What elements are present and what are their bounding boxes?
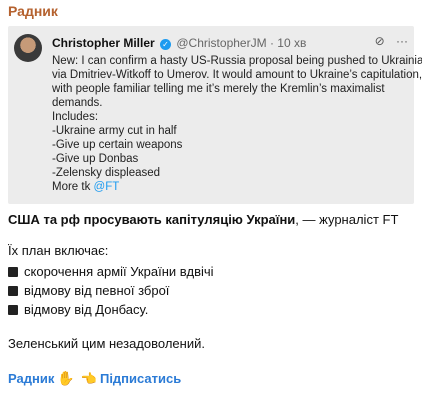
channel-title[interactable]: Радник bbox=[8, 3, 58, 19]
tweet-line: with people familiar telling me it’s mer… bbox=[52, 83, 385, 95]
hand-emoji-icon: ✋ bbox=[57, 370, 75, 386]
tweet-line: New: I can confirm a hasty US-Russia pro… bbox=[52, 55, 422, 67]
message-card: Радник Christopher Miller ✓ @Christopher… bbox=[0, 0, 422, 407]
tweet-line: -Ukraine army cut in half bbox=[52, 125, 177, 137]
bullet-square-icon bbox=[8, 305, 18, 315]
plan-title: Їх план включає: bbox=[8, 243, 109, 258]
avatar bbox=[14, 34, 42, 62]
headline-bold: США та рф просувають капітуляцію України bbox=[8, 212, 296, 227]
message-headline: США та рф просувають капітуляцію України… bbox=[8, 212, 398, 227]
bullet-square-icon bbox=[8, 267, 18, 277]
message-footer: Радник ✋ 👈 Підписатись bbox=[8, 370, 181, 387]
tweet-line: -Give up certain weapons bbox=[52, 139, 183, 151]
plan-item-text: скорочення армії України вдвічі bbox=[24, 264, 214, 279]
tweet-author: Christopher Miller bbox=[52, 36, 155, 50]
headline-rest: , — журналіст FT bbox=[295, 212, 399, 227]
plan-item-text: відмову від певної зброї bbox=[24, 283, 170, 298]
tweet-separator: · bbox=[269, 36, 274, 50]
grok-icon: ⊘ bbox=[374, 34, 385, 48]
tweet-line: -Give up Donbas bbox=[52, 153, 139, 165]
list-item: відмову від Донбасу. bbox=[8, 300, 214, 319]
plan-item-text: відмову від Донбасу. bbox=[24, 302, 149, 317]
tweet-actions: ⊘ ··· bbox=[367, 34, 408, 48]
list-item: відмову від певної зброї bbox=[8, 281, 214, 300]
tweet-more-text: More tk bbox=[52, 181, 94, 193]
message-summary: Зеленський цим незадоволений. bbox=[8, 336, 205, 351]
tweet-screenshot[interactable]: Christopher Miller ✓ @ChristopherJM · 10… bbox=[8, 26, 422, 204]
tweet-line: demands. bbox=[52, 97, 103, 109]
tweet-time: 10 хв bbox=[277, 36, 307, 50]
plan-list: скорочення армії України вдвічі відмову … bbox=[8, 262, 214, 319]
tweet-line: via Dmitriev-Witkoff to Umerov. It would… bbox=[52, 69, 422, 81]
pointing-hand-icon: 👈 bbox=[80, 371, 97, 386]
tweet-handle: @ChristopherJM bbox=[176, 36, 267, 50]
tweet-line: Includes: bbox=[52, 111, 99, 123]
ft-mention-link[interactable]: @FT bbox=[94, 181, 120, 193]
tweet-more-line: More tk @FT bbox=[52, 180, 406, 194]
channel-link[interactable]: Радник bbox=[8, 371, 54, 386]
more-icon: ··· bbox=[396, 34, 408, 48]
tweet-header: Christopher Miller ✓ @ChristopherJM · 10… bbox=[52, 36, 306, 50]
subscribe-link[interactable]: Підписатись bbox=[100, 371, 181, 386]
bullet-square-icon bbox=[8, 286, 18, 296]
tweet-line: -Zelensky displeased bbox=[52, 167, 161, 179]
verified-badge-icon: ✓ bbox=[160, 39, 172, 50]
tweet-body: New: I can confirm a hasty US-Russia pro… bbox=[52, 54, 422, 194]
list-item: скорочення армії України вдвічі bbox=[8, 262, 214, 281]
